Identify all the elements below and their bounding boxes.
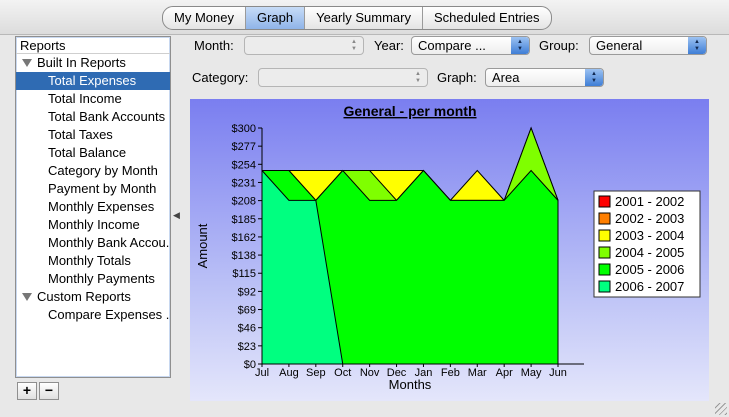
y-tick-label: $277 xyxy=(232,141,256,153)
disclosure-triangle-icon[interactable] xyxy=(22,59,32,67)
group-label: Group: xyxy=(539,38,579,53)
legend-swatch xyxy=(598,229,611,242)
y-tick-label: $254 xyxy=(232,159,256,171)
group-select[interactable]: General ▲ ▼ xyxy=(589,36,707,55)
legend-label: 2001 - 2002 xyxy=(615,194,684,209)
graph-type-value: Area xyxy=(492,70,520,85)
x-tick-label: Oct xyxy=(334,367,351,379)
custom-reports-label: Custom Reports xyxy=(37,289,131,304)
add-report-button[interactable]: + xyxy=(17,382,37,400)
sidebar-item-monthly-bank-accou[interactable]: Monthly Bank Accou... xyxy=(16,234,170,252)
view-tabs: My Money Graph Yearly Summary Scheduled Ent… xyxy=(162,6,552,30)
sidebar-header: Reports xyxy=(16,37,170,54)
x-axis-label: Months xyxy=(389,377,432,392)
y-tick-label: $300 xyxy=(232,123,256,135)
sidebar-item-total-income[interactable]: Total Income xyxy=(16,90,170,108)
built-in-reports-label: Built In Reports xyxy=(37,55,126,70)
legend-swatch xyxy=(598,280,611,293)
x-tick-label: Feb xyxy=(441,367,460,379)
x-tick-label: May xyxy=(521,367,542,379)
y-tick-label: $231 xyxy=(232,177,256,189)
sidebar-item-monthly-income[interactable]: Monthly Income xyxy=(16,216,170,234)
popup-arrows-icon: ▲ ▼ xyxy=(688,37,706,54)
group-value: General xyxy=(596,38,643,53)
legend-label: 2002 - 2003 xyxy=(615,211,684,226)
graph-label: Graph: xyxy=(437,70,477,85)
y-tick-label: $138 xyxy=(232,250,256,262)
legend-swatch xyxy=(598,195,611,208)
x-tick-label: Jul xyxy=(255,367,269,379)
category-label: Category: xyxy=(192,70,249,85)
sidebar-item-monthly-expenses[interactable]: Monthly Expenses xyxy=(16,198,170,216)
chart-title: General - per month xyxy=(343,103,476,119)
sidebar-buttons: + − xyxy=(17,382,61,400)
year-label: Year: xyxy=(374,38,404,53)
built-in-reports-group[interactable]: Built In Reports xyxy=(16,54,170,72)
stepper-arrows-icon: ▲ ▼ xyxy=(351,38,357,52)
month-label: Month: xyxy=(194,38,234,53)
stepper-arrows-icon: ▲ ▼ xyxy=(415,70,421,84)
tab-scheduled-entries[interactable]: Scheduled Entries xyxy=(423,7,551,29)
legend-label: 2004 - 2005 xyxy=(615,245,684,260)
sidebar-item-compare-expenses[interactable]: Compare Expenses ... xyxy=(16,306,170,324)
legend-swatch xyxy=(598,263,611,276)
y-tick-label: $23 xyxy=(238,341,256,353)
legend-label: 2003 - 2004 xyxy=(615,228,684,243)
sidebar-item-total-balance[interactable]: Total Balance xyxy=(16,144,170,162)
sidebar-item-total-expenses[interactable]: Total Expenses xyxy=(16,72,170,90)
x-tick-label: Aug xyxy=(279,367,299,379)
reports-sidebar: Reports Built In Reports Total Expenses T… xyxy=(15,36,171,378)
built-in-reports-list: Total Expenses Total Income Total Bank Acc… xyxy=(16,72,170,288)
custom-reports-group[interactable]: Custom Reports xyxy=(16,288,170,306)
splitter-handle-icon[interactable]: ◀ xyxy=(173,210,180,221)
month-select[interactable]: ▲ ▼ xyxy=(244,36,364,55)
y-axis-label: Amount xyxy=(195,223,210,268)
area-chart: General - per month$0$23$46$69$92$115$13… xyxy=(195,103,701,392)
resize-grip-icon[interactable] xyxy=(715,403,727,415)
legend-swatch xyxy=(598,246,611,259)
legend-label: 2005 - 2006 xyxy=(615,262,684,277)
y-tick-label: $185 xyxy=(232,214,256,226)
category-select[interactable]: ▲ ▼ xyxy=(258,68,428,87)
x-tick-label: Sep xyxy=(306,367,326,379)
chart-panel: General - per month $0 $23 $46 $69 $92 $115 $13… xyxy=(190,99,709,401)
y-tick-label: $162 xyxy=(232,232,256,244)
sidebar-item-category-by-month[interactable]: Category by Month xyxy=(16,162,170,180)
legend-label: 2006 - 2007 xyxy=(615,279,684,294)
popup-arrows-icon: ▲ ▼ xyxy=(585,69,603,86)
y-tick-label: $69 xyxy=(238,305,256,317)
legend-swatch xyxy=(598,212,611,225)
year-value: Compare ... xyxy=(418,38,486,53)
y-tick-label: $115 xyxy=(232,268,256,280)
x-tick-label: Nov xyxy=(360,367,380,379)
sidebar-item-monthly-payments[interactable]: Monthly Payments xyxy=(16,270,170,288)
year-select[interactable]: Compare ... ▲ ▼ xyxy=(411,36,530,55)
remove-report-button[interactable]: − xyxy=(39,382,59,400)
y-tick-label: $208 xyxy=(232,196,256,208)
popup-arrows-icon: ▲ ▼ xyxy=(511,37,529,54)
sidebar-item-total-taxes[interactable]: Total Taxes xyxy=(16,126,170,144)
y-tick-label: $92 xyxy=(238,286,256,298)
sidebar-item-monthly-totals[interactable]: Monthly Totals xyxy=(16,252,170,270)
sidebar-item-payment-by-month[interactable]: Payment by Month xyxy=(16,180,170,198)
tab-my-money[interactable]: My Money xyxy=(163,7,246,29)
disclosure-triangle-icon[interactable] xyxy=(22,293,32,301)
y-tick-label: $46 xyxy=(238,323,256,335)
tab-bar: My Money Graph Yearly Summary Scheduled Ent… xyxy=(0,0,729,35)
graph-type-select[interactable]: Area ▲ ▼ xyxy=(485,68,604,87)
tab-yearly-summary[interactable]: Yearly Summary xyxy=(305,7,423,29)
x-tick-label: Apr xyxy=(496,367,513,379)
x-tick-label: Mar xyxy=(468,367,487,379)
custom-reports-list: Compare Expenses ... xyxy=(16,306,170,324)
x-tick-label: Jun xyxy=(549,367,567,379)
tab-graph[interactable]: Graph xyxy=(245,7,306,29)
sidebar-item-total-bank-accounts[interactable]: Total Bank Accounts xyxy=(16,108,170,126)
